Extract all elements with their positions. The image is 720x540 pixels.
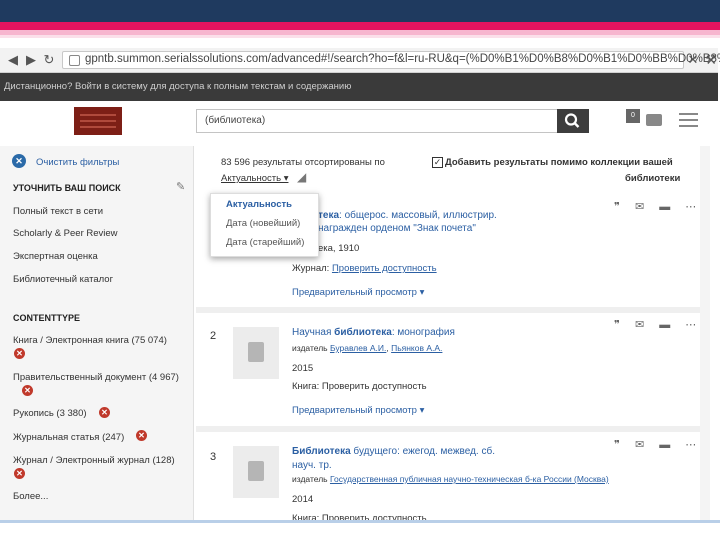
result-publisher: издатель Государственная публичная научн… — [292, 474, 609, 484]
reload-icon[interactable]: ↻ — [42, 53, 56, 67]
content-type-journal[interactable]: Журнал / Электронный журнал (128) — [13, 455, 175, 466]
result-divider — [196, 426, 700, 432]
slide-bottom-margin — [0, 523, 720, 540]
result-availability: Журнал: Проверить доступность — [292, 263, 437, 274]
browser-address-bar: ◀ ▶ ↻ gpntb.summon.serialssolutions.com/… — [0, 48, 720, 73]
preview-link[interactable]: Предварительный просмотр ▾ — [292, 405, 424, 416]
sort-option-newest[interactable]: Дата (новейший) — [226, 218, 300, 229]
result-availability[interactable]: Книга: Проверить доступность — [292, 381, 427, 392]
menu-icon[interactable] — [679, 113, 698, 131]
preview-link[interactable]: Предварительный просмотр ▾ — [292, 287, 424, 298]
content-type-article[interactable]: Журнальная статья (247) — [13, 432, 124, 443]
book-icon — [233, 446, 279, 498]
refine-heading: УТОЧНИТЬ ВАШ ПОИСК — [13, 183, 121, 193]
result-number: 2 — [210, 330, 217, 342]
result-title-line2[interactable]: науч. тр. — [292, 460, 332, 471]
clear-filters-link[interactable]: Очистить фильтры — [36, 157, 119, 168]
folder-icon[interactable] — [646, 114, 662, 126]
remove-filter-icon[interactable]: ✕ — [99, 407, 110, 418]
result-actions[interactable]: ❞ ✉ ▬ ⋯ — [614, 438, 702, 451]
sort-option-oldest[interactable]: Дата (старейший) — [226, 237, 304, 248]
url-field[interactable]: gpntb.summon.serialssolutions.com/advanc… — [62, 51, 720, 69]
result-year: 2014 — [292, 494, 314, 505]
result-title[interactable]: Библиотека будущего: ежегод. межвед. сб. — [292, 446, 495, 457]
result-number: 3 — [210, 451, 217, 463]
sort-option-relevance[interactable]: Актуальность — [226, 199, 292, 210]
filter-library-catalog[interactable]: Библиотечный каталог — [13, 274, 113, 285]
search-icon — [564, 113, 580, 128]
add-results-checkbox[interactable]: ✓ — [432, 157, 443, 168]
result-actions[interactable]: ❞ ✉ ▬ ⋯ — [614, 318, 702, 331]
search-query: (библиотека) — [205, 115, 266, 126]
rss-icon[interactable]: ◢ — [297, 170, 306, 184]
book-icon — [233, 327, 279, 379]
add-results-label: Добавить результаты помимо коллекции ваш… — [445, 157, 673, 168]
scrollbar[interactable] — [700, 146, 710, 520]
result-divider — [196, 307, 700, 313]
pencil-icon[interactable]: ✎ — [176, 180, 185, 193]
result-count: 83 596 результаты отсортированы по — [221, 157, 385, 168]
search-input[interactable]: (библиотека) — [196, 109, 558, 133]
content-type-gov-doc[interactable]: Правительственный документ (4 967) — [13, 372, 179, 383]
contenttype-heading: CONTENTTYPE — [13, 313, 81, 323]
more-filters-link[interactable]: Более... — [13, 491, 48, 502]
remove-filter-icon[interactable]: ✕ — [14, 468, 25, 479]
url-text: gpntb.summon.serialssolutions.com/advanc… — [85, 53, 720, 65]
back-icon[interactable]: ◀ — [6, 53, 20, 67]
slide-stripe — [0, 22, 720, 30]
clear-filters-icon[interactable]: ✕ — [12, 154, 26, 168]
settings-icon[interactable]: ⚒ — [704, 53, 718, 67]
result-publisher: ека, 1910 — [318, 243, 360, 254]
result-year: 2015 — [292, 363, 314, 374]
sort-select[interactable]: Актуальность ▾ — [221, 173, 288, 184]
login-notice-bar[interactable]: Дистанционно? Войти в систему для доступ… — [0, 73, 718, 101]
close-tab-icon[interactable]: ✕ — [686, 53, 700, 67]
add-results-label-2: библиотеки — [625, 173, 681, 184]
remove-filter-icon[interactable]: ✕ — [22, 385, 33, 396]
page-icon — [69, 55, 80, 66]
saved-items-badge: 0 — [626, 109, 640, 123]
remove-filter-icon[interactable]: ✕ — [136, 430, 147, 441]
result-authors: издатель Буравлев А.И., Пьянков А.А. — [292, 343, 443, 353]
result-title[interactable]: Научная библиотека: монография — [292, 327, 455, 338]
slide-stripe — [0, 35, 720, 38]
sort-dropdown: Актуальность Дата (новейший) Дата (старе… — [210, 193, 319, 257]
remove-filter-icon[interactable]: ✕ — [14, 348, 25, 359]
login-notice-text: Дистанционно? Войти в систему для доступ… — [4, 81, 352, 92]
content-type-book[interactable]: Книга / Электронная книга (75 074) — [13, 335, 167, 346]
result-title-line2[interactable]: награжден орденом "Знак почета" — [318, 223, 476, 234]
filter-peer-review[interactable]: Экспертная оценка — [13, 251, 98, 262]
search-button[interactable] — [557, 109, 589, 133]
slide-top-band — [0, 0, 720, 22]
library-logo[interactable] — [74, 107, 122, 135]
result-title[interactable]: тека: общерос. массовый, иллюстрир. — [318, 210, 497, 221]
content-type-manuscript[interactable]: Рукопись (3 380) — [13, 408, 87, 419]
filter-scholarly[interactable]: Scholarly & Peer Review — [13, 228, 118, 239]
result-actions[interactable]: ❞ ✉ ▬ ⋯ — [614, 200, 702, 213]
filter-fulltext[interactable]: Полный текст в сети — [13, 206, 103, 217]
forward-icon[interactable]: ▶ — [24, 53, 38, 67]
